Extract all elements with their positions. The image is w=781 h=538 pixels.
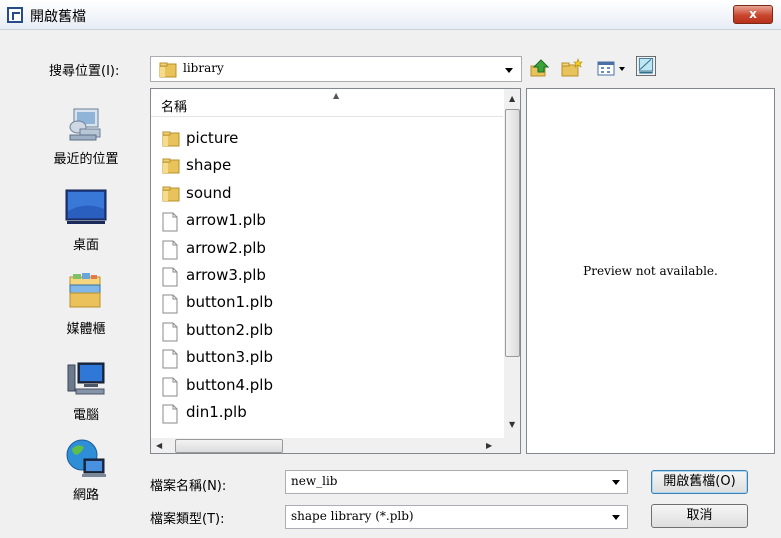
place-computer[interactable]: 電腦: [46, 357, 126, 423]
new-folder-icon[interactable]: [560, 58, 584, 78]
item-label: button1.plb: [186, 293, 273, 312]
folder-item[interactable]: picture: [151, 126, 501, 153]
computer-icon: [67, 362, 105, 395]
close-button[interactable]: x: [733, 5, 773, 24]
vertical-scroll-thumb[interactable]: [505, 109, 520, 357]
file-icon: [162, 377, 178, 401]
chevron-down-icon[interactable]: [612, 480, 620, 485]
recent-places-icon: [69, 108, 101, 141]
lookin-label: 搜尋位置(I):: [49, 64, 120, 79]
folder-icon: [159, 62, 177, 78]
place-network[interactable]: 網路: [46, 437, 126, 503]
file-item[interactable]: arrow2.plb: [151, 236, 501, 263]
scroll-up-icon[interactable]: ▲: [509, 94, 515, 103]
sort-ascending-icon: ▲: [333, 91, 340, 100]
item-label: button4.plb: [186, 375, 273, 394]
file-icon: [162, 349, 178, 373]
scroll-down-icon[interactable]: ▼: [509, 420, 515, 429]
item-label: shape: [186, 156, 232, 175]
file-item[interactable]: arrow3.plb: [151, 263, 501, 290]
file-icon: [162, 322, 178, 346]
item-label: arrow2.plb: [186, 238, 266, 257]
preview-message: Preview not available.: [583, 264, 718, 278]
preview-pane: Preview not available.: [526, 88, 775, 454]
horizontal-scrollbar[interactable]: ◀ ▶: [151, 438, 504, 453]
item-label: din1.plb: [186, 402, 247, 421]
libraries-icon: [69, 273, 101, 308]
item-label: button3.plb: [186, 348, 273, 367]
file-item[interactable]: button3.plb: [151, 345, 501, 372]
chevron-down-icon[interactable]: [505, 68, 513, 73]
item-label: arrow3.plb: [186, 265, 266, 284]
place-label-libraries: 媒體櫃: [66, 322, 106, 337]
cancel-button[interactable]: 取消: [651, 504, 748, 528]
file-items: picture shape sound arrow1.plb arrow2.plb arr…: [151, 126, 501, 427]
scrollbar-corner: [504, 438, 520, 453]
desktop-icon: [65, 189, 107, 224]
scroll-right-icon[interactable]: ▶: [486, 441, 492, 450]
open-button[interactable]: 開啟舊檔(O): [651, 470, 748, 494]
place-label-computer: 電腦: [72, 408, 99, 423]
file-list[interactable]: 名稱 ▲ picture shape sound arrow1.plb arrow2.p…: [150, 88, 521, 454]
file-item[interactable]: button1.plb: [151, 290, 501, 317]
folder-icon: [162, 185, 180, 207]
filetype-label: 檔案類型(T):: [150, 512, 225, 527]
column-header-name[interactable]: 名稱 ▲: [151, 89, 503, 117]
item-label: sound: [186, 183, 232, 202]
title-bar: 開啟舊檔 x: [0, 0, 781, 30]
file-icon: [162, 267, 178, 291]
app-icon: [7, 7, 23, 23]
filename-input[interactable]: new_lib: [291, 474, 337, 488]
item-label: arrow1.plb: [186, 211, 266, 230]
lookin-value: library: [183, 61, 224, 75]
file-item[interactable]: din1.plb: [151, 400, 501, 427]
filetype-dropdown[interactable]: shape library (*.plb): [285, 505, 628, 529]
place-label-network: 網路: [72, 488, 99, 503]
window-title: 開啟舊檔: [30, 9, 86, 25]
chevron-down-icon[interactable]: [612, 515, 620, 520]
network-icon: [66, 439, 106, 477]
place-libraries[interactable]: 媒體櫃: [46, 271, 126, 337]
folder-icon: [162, 130, 180, 152]
folder-icon: [162, 157, 180, 179]
horizontal-scroll-thumb[interactable]: [175, 439, 283, 453]
place-desktop[interactable]: 桌面: [46, 187, 126, 253]
place-label-recent: 最近的位置: [53, 152, 119, 167]
file-item[interactable]: arrow1.plb: [151, 208, 501, 235]
file-item[interactable]: button4.plb: [151, 373, 501, 400]
place-label-desktop: 桌面: [72, 238, 99, 253]
preview-toggle-icon[interactable]: [634, 56, 658, 76]
scroll-left-icon[interactable]: ◀: [156, 441, 162, 450]
up-one-level-icon[interactable]: [529, 58, 551, 78]
lookin-dropdown[interactable]: library: [150, 56, 522, 82]
column-header-label: 名稱: [161, 100, 188, 115]
place-recent[interactable]: 最近的位置: [46, 101, 126, 167]
file-item[interactable]: button2.plb: [151, 318, 501, 345]
filetype-value: shape library (*.plb): [291, 509, 414, 523]
view-menu-icon[interactable]: [596, 58, 630, 78]
file-icon: [162, 240, 178, 264]
file-icon: [162, 212, 178, 236]
vertical-scrollbar[interactable]: ▲ ▼: [504, 89, 520, 438]
filename-combobox[interactable]: new_lib: [285, 470, 628, 494]
folder-item[interactable]: sound: [151, 181, 501, 208]
file-icon: [162, 294, 178, 318]
item-label: button2.plb: [186, 320, 273, 339]
file-icon: [162, 404, 178, 428]
folder-item[interactable]: shape: [151, 153, 501, 180]
filename-label: 檔案名稱(N):: [150, 479, 227, 494]
item-label: picture: [186, 129, 239, 147]
